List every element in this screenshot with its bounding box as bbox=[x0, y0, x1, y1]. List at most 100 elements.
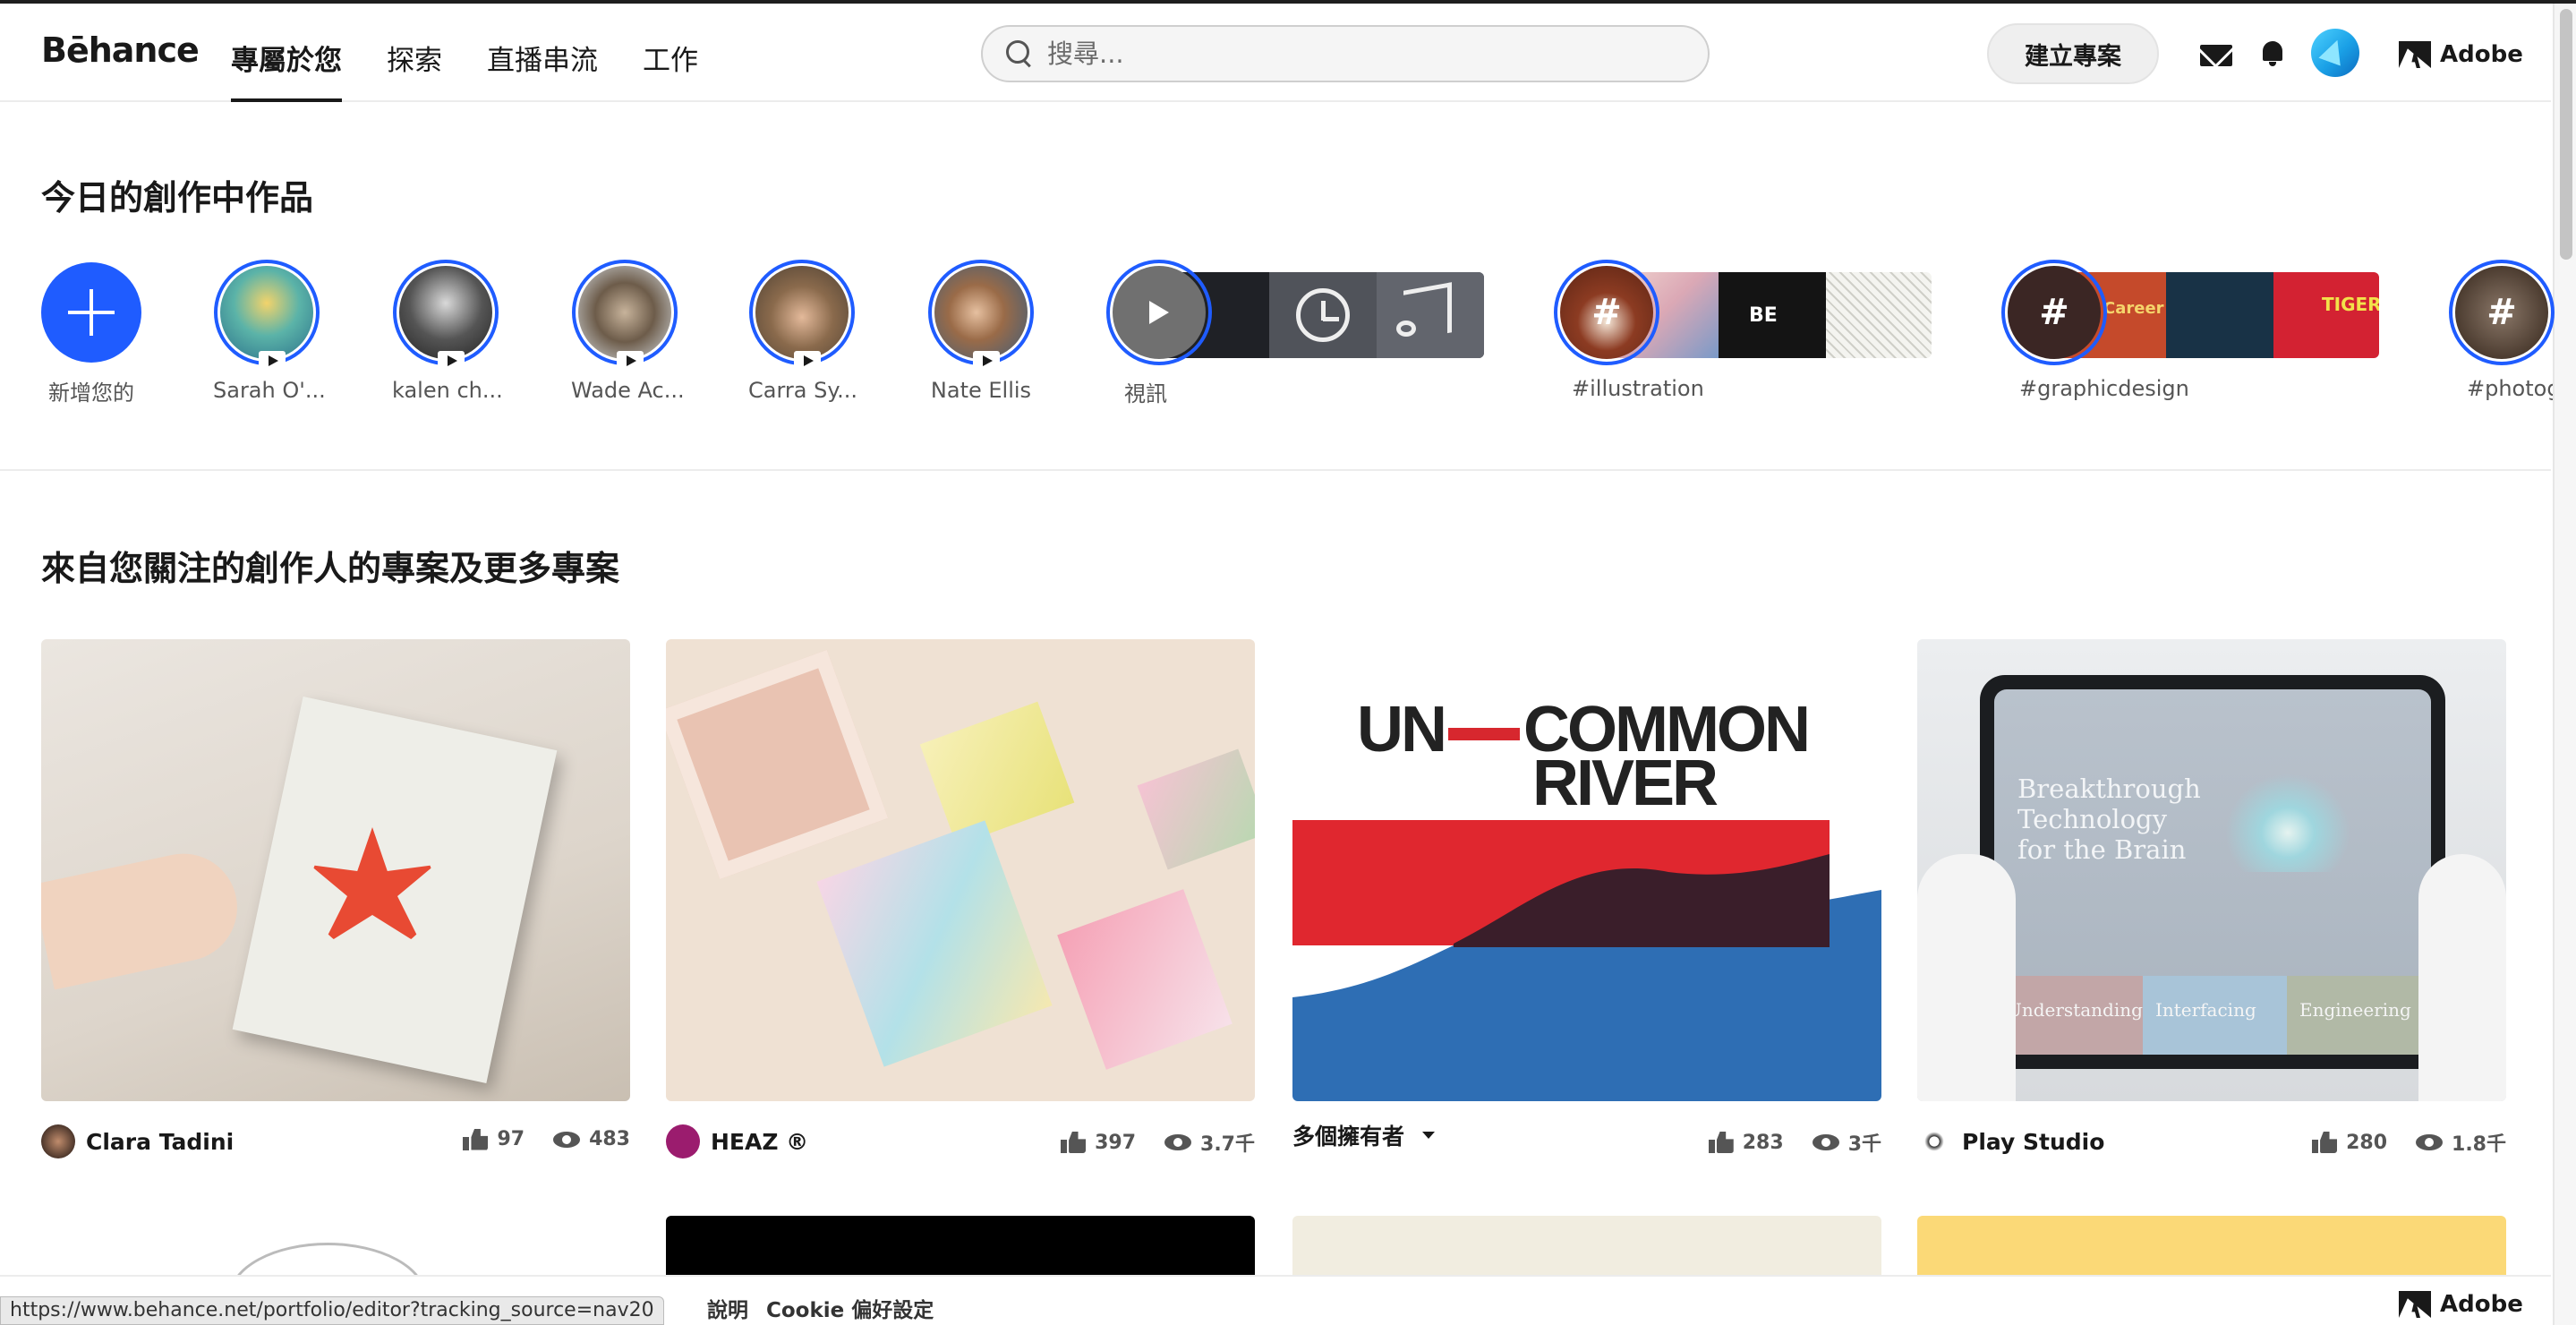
footer-adobe-link[interactable]: Adobe bbox=[2399, 1291, 2523, 1318]
owner-name: 多個擁有者 bbox=[1292, 1124, 1405, 1150]
tab-livestream[interactable]: 直播串流 bbox=[487, 4, 598, 102]
owner-name: Clara Tadini bbox=[86, 1128, 235, 1155]
story-creator[interactable]: Sarah O'... bbox=[213, 260, 326, 403]
tab-for-you[interactable]: 專屬於您 bbox=[231, 4, 342, 102]
project-card[interactable]: Clara Tadini 97 483 bbox=[41, 639, 630, 1164]
project-thumbnail[interactable] bbox=[666, 639, 1255, 1101]
like-icon bbox=[2312, 1132, 2337, 1153]
play-icon bbox=[973, 351, 1000, 371]
project-thumbnail[interactable]: UN COMMON RIVER bbox=[1292, 639, 1881, 1101]
search-icon bbox=[1006, 40, 1033, 67]
chevron-down-icon bbox=[1422, 1132, 1436, 1139]
project-thumbnail[interactable]: Breakthrough Technology for the Brain Un… bbox=[1917, 639, 2506, 1101]
stories-title: 今日的創作中作品 bbox=[41, 178, 314, 218]
thumb-tab-understanding: Understanding bbox=[1994, 976, 2143, 1055]
like-count: 283 bbox=[1742, 1131, 1784, 1154]
create-project-button[interactable]: 建立專案 bbox=[1987, 23, 2159, 84]
scrollbar-thumb[interactable] bbox=[2560, 9, 2572, 260]
multiple-owners-dropdown[interactable]: 多個擁有者 bbox=[1292, 1119, 1436, 1151]
owner-name: Play Studio bbox=[1962, 1128, 2105, 1155]
views-icon bbox=[1164, 1134, 1192, 1150]
story-creator[interactable]: kalen ch... bbox=[392, 260, 503, 403]
footer-links: 說明 Cookie 偏好設定 bbox=[707, 1293, 934, 1323]
story-creator-label: Carra Sy... bbox=[748, 378, 858, 403]
tab-explore[interactable]: 探索 bbox=[387, 4, 442, 102]
thumb-text-un: UN bbox=[1357, 694, 1447, 765]
browser-status-url: https://www.behance.net/portfolio/editor… bbox=[0, 1296, 664, 1325]
thumb-headline: Breakthrough Technology for the Brain bbox=[2017, 774, 2201, 865]
views-icon bbox=[2416, 1134, 2444, 1150]
project-card[interactable]: Breakthrough Technology for the Brain Un… bbox=[1917, 639, 2506, 1164]
play-icon bbox=[617, 351, 644, 371]
creator-avatar bbox=[755, 266, 849, 359]
project-owner[interactable]: HEAZ ® bbox=[666, 1124, 808, 1158]
tab-jobs[interactable]: 工作 bbox=[643, 4, 698, 102]
play-icon bbox=[438, 351, 465, 371]
adobe-logo-icon bbox=[2399, 1291, 2431, 1318]
mail-icon[interactable] bbox=[2200, 45, 2232, 66]
hashtag-icon: # bbox=[2008, 266, 2101, 359]
stories-row: 新增您的 Sarah O'... kalen ch... Wade Ac... … bbox=[0, 260, 2561, 412]
story-creator[interactable]: Carra Sy... bbox=[748, 260, 858, 403]
view-count: 483 bbox=[589, 1128, 630, 1150]
views-icon bbox=[553, 1131, 581, 1148]
tag-circle-illustration[interactable]: # bbox=[1554, 260, 1659, 365]
owner-avatar bbox=[666, 1124, 700, 1158]
search-bar[interactable] bbox=[981, 25, 1710, 82]
project-owner[interactable]: Play Studio bbox=[1917, 1124, 2104, 1158]
project-stats: 397 3.7千 bbox=[1061, 1128, 1255, 1157]
creator-avatar bbox=[220, 266, 313, 359]
views-icon bbox=[1812, 1134, 1839, 1150]
project-card[interactable]: HEAZ ® 397 3.7千 bbox=[666, 639, 1255, 1164]
adobe-logo-icon bbox=[2399, 41, 2431, 68]
owner-avatar bbox=[41, 1124, 75, 1158]
view-count: 1.8千 bbox=[2452, 1133, 2506, 1156]
story-creator-label: Nate Ellis bbox=[930, 378, 1032, 403]
project-owner[interactable]: Clara Tadini bbox=[41, 1124, 234, 1158]
user-avatar[interactable] bbox=[2311, 29, 2359, 77]
page-scrollbar[interactable] bbox=[2553, 4, 2576, 1325]
project-card[interactable]: UN COMMON RIVER 多個擁有者 283 3千 bbox=[1292, 639, 1881, 1164]
tag-circle-photography[interactable]: # bbox=[2449, 260, 2555, 365]
owner-name: HEAZ ® bbox=[711, 1128, 809, 1155]
projects-title: 來自您關注的創作人的專案及更多專案 bbox=[41, 549, 620, 588]
footer-adobe-label: Adobe bbox=[2440, 1291, 2523, 1318]
tag-label-photography: #photog bbox=[2467, 376, 2561, 401]
footer-help-link[interactable]: 說明 bbox=[707, 1293, 748, 1323]
like-icon bbox=[1708, 1132, 1734, 1153]
hashtag-icon: # bbox=[2455, 266, 2548, 359]
behance-logo[interactable]: Bēhance bbox=[41, 30, 200, 70]
top-navigation: Bēhance 專屬於您 探索 直播串流 工作 建立專案 Adobe bbox=[0, 4, 2551, 102]
adobe-link[interactable]: Adobe bbox=[2399, 41, 2523, 68]
story-add-label: 新增您的 bbox=[48, 380, 134, 406]
adobe-label: Adobe bbox=[2440, 41, 2523, 68]
thumb-tab-engineering: Engineering bbox=[2286, 976, 2431, 1055]
like-icon bbox=[1061, 1132, 1086, 1153]
video-story-circle[interactable] bbox=[1106, 260, 1212, 365]
view-count: 3千 bbox=[1847, 1133, 1881, 1156]
creator-avatar bbox=[578, 266, 671, 359]
play-icon bbox=[259, 351, 286, 371]
like-icon bbox=[463, 1129, 488, 1150]
story-creator-label: Wade Ac... bbox=[571, 378, 685, 403]
footer-cookie-link[interactable]: Cookie 偏好設定 bbox=[766, 1293, 934, 1323]
story-creator[interactable]: Nate Ellis bbox=[927, 260, 1035, 403]
search-input[interactable] bbox=[1047, 38, 1674, 69]
owner-avatar bbox=[1917, 1124, 1951, 1158]
story-creator[interactable]: Wade Ac... bbox=[571, 260, 685, 403]
project-thumbnail[interactable] bbox=[41, 639, 630, 1101]
story-add[interactable]: 新增您的 bbox=[38, 260, 145, 406]
video-label: 視訊 bbox=[1124, 381, 1167, 406]
project-stats: 97 483 bbox=[463, 1128, 630, 1150]
project-stats: 280 1.8千 bbox=[2312, 1128, 2506, 1157]
tag-label-illustration: #illustration bbox=[1572, 376, 1704, 401]
tag-label-graphicdesign: #graphicdesign bbox=[2019, 376, 2189, 401]
notification-bell-icon[interactable] bbox=[2261, 39, 2284, 66]
story-creator-label: Sarah O'... bbox=[213, 378, 326, 403]
section-divider bbox=[0, 469, 2551, 471]
like-count: 397 bbox=[1095, 1131, 1137, 1154]
like-count: 97 bbox=[497, 1128, 525, 1150]
view-count: 3.7千 bbox=[1200, 1133, 1255, 1156]
tag-circle-graphicdesign[interactable]: # bbox=[2001, 260, 2107, 365]
music-icon bbox=[1377, 272, 1484, 358]
